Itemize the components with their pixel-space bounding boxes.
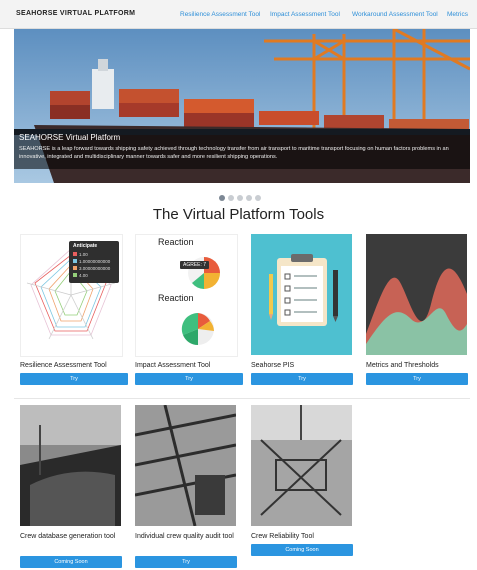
- nav-link-impact[interactable]: Impact Assessment Tool: [270, 11, 340, 18]
- carousel-dot-2[interactable]: [228, 195, 234, 201]
- carousel-dot-1[interactable]: [219, 195, 225, 201]
- carousel-dot-3[interactable]: [237, 195, 243, 201]
- crew-database-thumbnail[interactable]: [20, 405, 121, 526]
- hero-description: SEAHORSE is a leap forward towards shipp…: [19, 146, 449, 160]
- reaction-label: Reaction: [158, 293, 194, 303]
- clipboard-icon: [269, 254, 338, 326]
- radar-tooltip: Anticipate 1.00 1.00000000000 3.00000000…: [69, 241, 119, 283]
- hero-caption: SEAHORSE Virtual Platform SEAHORSE is a …: [14, 129, 470, 169]
- try-button-crew-audit[interactable]: Try: [135, 556, 237, 568]
- reaction-pie-icon: [181, 312, 214, 346]
- reaction-label: Reaction: [158, 237, 194, 247]
- nav-link-resilience[interactable]: Resilience Assessment Tool: [180, 11, 260, 18]
- hero-title: SEAHORSE Virtual Platform: [19, 133, 121, 142]
- card-label-pis: Seahorse PIS: [251, 362, 295, 369]
- coming-soon-button-crew-reliability[interactable]: Coming Soon: [251, 544, 353, 556]
- try-button-pis[interactable]: Try: [251, 373, 353, 385]
- reaction-donut-icon: [188, 257, 220, 289]
- carousel-dot-5[interactable]: [255, 195, 261, 201]
- resilience-thumbnail[interactable]: Anticipate 1.00 1.00000000000 3.00000000…: [20, 234, 123, 357]
- crew-reliability-thumbnail[interactable]: [251, 405, 352, 526]
- radar-tooltip-item: 1.00: [79, 252, 88, 257]
- card-label-resilience: Resilience Assessment Tool: [20, 362, 107, 369]
- card-label-metrics: Metrics and Thresholds: [366, 362, 439, 369]
- hero-carousel[interactable]: SEAHORSE Virtual Platform SEAHORSE is a …: [14, 29, 470, 183]
- radar-tooltip-item: 3.00000000000: [79, 266, 111, 271]
- crew-audit-thumbnail[interactable]: [135, 405, 236, 526]
- pis-thumbnail[interactable]: [251, 234, 352, 355]
- card-label-crew-audit: Individual crew quality audit tool: [135, 533, 234, 540]
- card-label-crew-database: Crew database generation tool: [20, 533, 116, 540]
- impact-thumbnail[interactable]: Reaction AGREE: 7 Reaction: [135, 234, 238, 357]
- radar-tooltip-title: Anticipate: [73, 243, 98, 249]
- radar-tooltip-item: 1.00000000000: [79, 259, 111, 264]
- radar-tooltip-item: 4.00: [79, 273, 88, 278]
- try-button-metrics[interactable]: Try: [366, 373, 468, 385]
- try-button-impact[interactable]: Try: [135, 373, 243, 385]
- row-divider: [14, 398, 470, 399]
- area-chart-icon: [366, 268, 467, 355]
- nav-link-metrics[interactable]: Metrics: [447, 11, 468, 18]
- nav-link-workaround[interactable]: Workaround Assessment Tool: [352, 11, 438, 18]
- ship-deck-photo: [135, 405, 236, 526]
- card-label-impact: Impact Assessment Tool: [135, 362, 211, 369]
- coming-soon-button-crew-database[interactable]: Coming Soon: [20, 556, 122, 568]
- brand-logo[interactable]: SEAHORSE VIRTUAL PLATFORM: [16, 10, 135, 17]
- try-button-resilience[interactable]: Try: [20, 373, 128, 385]
- reaction-badge: AGREE: 7: [180, 261, 210, 269]
- carousel-dot-4[interactable]: [246, 195, 252, 201]
- ship-bow-photo: [20, 405, 121, 526]
- section-title: The Virtual Platform Tools: [152, 206, 325, 223]
- ship-engine-photo: [251, 405, 352, 526]
- card-label-crew-reliability: Crew Reliability Tool: [251, 533, 314, 540]
- metrics-thumbnail[interactable]: [366, 234, 467, 355]
